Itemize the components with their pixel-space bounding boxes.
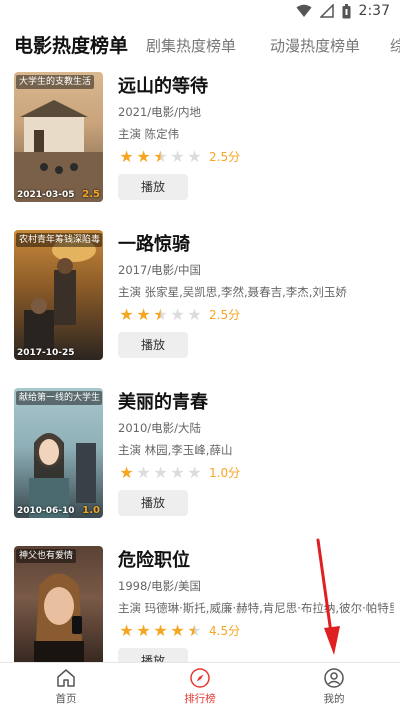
movie-poster[interactable]: 神父也有爱情 — [14, 546, 103, 662]
movie-cast: 主演 林园,李玉峰,薛山 — [118, 443, 233, 457]
rating-score: 2.5分 — [209, 308, 241, 322]
star-icon: ★ — [119, 463, 134, 482]
poster-tag: 大学生的支教生活 — [16, 75, 95, 89]
poster-score: 1.0 — [82, 505, 100, 516]
movie-poster[interactable]: 农村青年筹钱深陷毒 2017-10-25 — [14, 230, 103, 360]
star-icon: ★ — [136, 147, 151, 166]
star-icon: ★ — [119, 147, 134, 166]
rating-score: 2.5分 — [209, 150, 241, 164]
movie-title[interactable]: 一路惊骑 — [118, 230, 190, 256]
nav-home[interactable]: 首页 — [26, 667, 106, 706]
movie-card[interactable]: 献给第一线的大学生 2010-06-10 1.0 美丽的青春 2010/电影/大… — [0, 380, 400, 538]
star-icon: ★ — [153, 621, 168, 640]
star-icon: ★ — [170, 305, 185, 324]
poster-date: 2021-03-05 — [17, 190, 75, 200]
tab-series-ranking[interactable]: 剧集热度榜单 — [146, 28, 236, 64]
poster-date: 2010-06-10 — [17, 506, 75, 516]
movie-poster[interactable]: 献给第一线的大学生 2010-06-10 1.0 — [14, 388, 103, 518]
star-icon: ★ — [119, 305, 134, 324]
movie-meta: 2017/电影/中国 — [118, 263, 202, 277]
star-rating: ★ ★ ★ ★ ★ 4.5分 — [118, 622, 240, 639]
movie-list: 大学生的支教生活 2021-03-05 2.5 远山的等待 2021/电影/内地… — [0, 64, 400, 662]
movie-meta: 2021/电影/内地 — [118, 105, 202, 119]
star-icon: ★ — [136, 621, 151, 640]
rating-score: 4.5分 — [209, 624, 241, 638]
play-button[interactable]: 播放 — [118, 648, 188, 662]
movie-card[interactable]: 神父也有爱情 危险职位 1998/电影/美国 主演 玛德琳·斯托,威廉·赫特,肯… — [0, 538, 400, 662]
user-icon — [324, 668, 344, 688]
nav-profile[interactable]: 我的 — [294, 667, 374, 706]
wifi-icon — [296, 4, 312, 17]
status-bar: 2:37 — [0, 0, 400, 24]
star-icon: ★ — [153, 305, 168, 324]
star-icon: ★ — [136, 463, 151, 482]
status-icons: 2:37 — [296, 3, 390, 19]
star-icon: ★ — [153, 463, 168, 482]
star-icon: ★ — [136, 305, 151, 324]
star-rating: ★ ★ ★ ★ ★ 2.5分 — [118, 306, 240, 323]
star-rating: ★ ★ ★ ★ ★ 1.0分 — [118, 464, 240, 481]
poster-score: 2.5 — [82, 189, 100, 200]
star-icon: ★ — [153, 147, 168, 166]
rating-score: 1.0分 — [209, 466, 241, 480]
home-icon — [57, 669, 75, 687]
tab-variety-ranking[interactable]: 综 — [390, 28, 400, 64]
tab-movie-ranking[interactable]: 电影热度榜单 — [14, 28, 128, 64]
movie-title[interactable]: 远山的等待 — [118, 72, 208, 98]
bottom-nav: 首页 排行榜 我的 — [0, 662, 400, 711]
movie-meta: 2010/电影/大陆 — [118, 421, 202, 435]
poster-tag: 献给第一线的大学生 — [16, 391, 102, 405]
movie-cast: 主演 玛德琳·斯托,威廉·赫特,肯尼思·布拉纳,彼尔·帕特里... — [118, 601, 394, 615]
star-icon: ★ — [119, 621, 134, 640]
poster-tag: 农村青年筹钱深陷毒 — [16, 233, 102, 247]
movie-title[interactable]: 危险职位 — [118, 546, 190, 572]
movie-title[interactable]: 美丽的青春 — [118, 388, 208, 414]
poster-tag: 神父也有爱情 — [16, 549, 77, 563]
compass-icon — [190, 668, 210, 688]
nav-home-label: 首页 — [55, 693, 77, 705]
play-button[interactable]: 播放 — [118, 174, 188, 200]
nav-ranking[interactable]: 排行榜 — [160, 667, 240, 706]
ranking-tabs: 电影热度榜单 剧集热度榜单 动漫热度榜单 综 — [0, 28, 400, 64]
movie-card[interactable]: 大学生的支教生活 2021-03-05 2.5 远山的等待 2021/电影/内地… — [0, 64, 400, 222]
nav-ranking-label: 排行榜 — [184, 693, 216, 705]
star-icon: ★ — [170, 463, 185, 482]
star-icon: ★ — [187, 463, 202, 482]
star-icon: ★ — [170, 147, 185, 166]
movie-poster[interactable]: 大学生的支教生活 2021-03-05 2.5 — [14, 72, 103, 202]
tab-anime-ranking[interactable]: 动漫热度榜单 — [270, 28, 360, 64]
battery-icon — [342, 3, 351, 18]
star-icon: ★ — [187, 621, 202, 640]
movie-cast: 主演 陈定伟 — [118, 127, 180, 141]
nav-profile-label: 我的 — [323, 693, 345, 705]
signal-icon — [319, 4, 334, 18]
star-rating: ★ ★ ★ ★ ★ 2.5分 — [118, 148, 240, 165]
star-icon: ★ — [187, 147, 202, 166]
movie-meta: 1998/电影/美国 — [118, 579, 202, 593]
movie-cast: 主演 张家星,吴凯思,李然,聂春吉,李杰,刘玉娇 — [118, 285, 347, 299]
star-icon: ★ — [170, 621, 185, 640]
status-time: 2:37 — [358, 3, 390, 19]
play-button[interactable]: 播放 — [118, 332, 188, 358]
movie-card[interactable]: 农村青年筹钱深陷毒 2017-10-25 一路惊骑 2017/电影/中国 主演 … — [0, 222, 400, 380]
star-icon: ★ — [187, 305, 202, 324]
poster-date: 2017-10-25 — [17, 348, 75, 358]
play-button[interactable]: 播放 — [118, 490, 188, 516]
